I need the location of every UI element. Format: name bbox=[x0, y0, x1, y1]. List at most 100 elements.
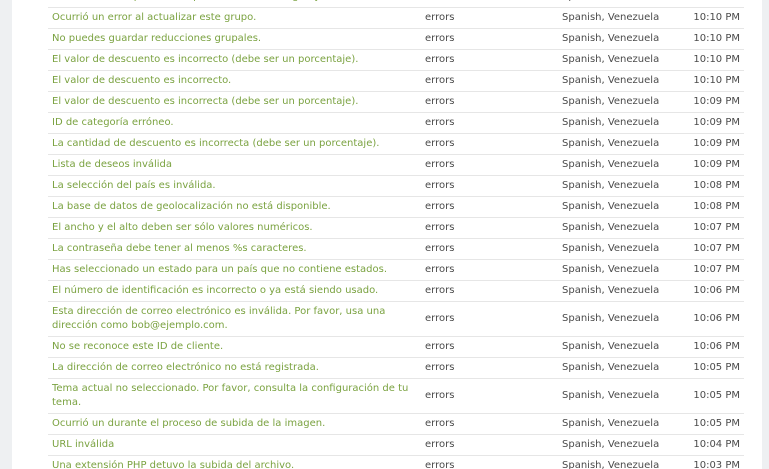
row-text-cell: La dirección de correo electrónico no es… bbox=[48, 357, 421, 379]
row-group-cell: errors bbox=[421, 133, 558, 155]
row-time-cell: 10:05 PM bbox=[678, 413, 744, 435]
row-time-cell: 10:05 PM bbox=[678, 357, 744, 379]
row-locale-cell: Spanish, Venezuela bbox=[558, 112, 678, 134]
row-text-link[interactable]: El valor de descuento es incorrecta (deb… bbox=[52, 95, 417, 109]
row-group-cell: errors bbox=[421, 28, 558, 50]
row-text-link[interactable]: La cantidad de descuento es incorrecta (… bbox=[52, 137, 417, 151]
row-group-cell: errors bbox=[421, 91, 558, 113]
row-locale-cell: Spanish, Venezuela bbox=[558, 49, 678, 71]
row-text-cell: ID de categoría erróneo. bbox=[48, 112, 421, 134]
row-text-link[interactable]: El número de identificación es incorrect… bbox=[52, 284, 417, 298]
row-time-cell: 10:09 PM bbox=[678, 91, 744, 113]
row-text-cell: Valor incorrecto para la comprobación de… bbox=[48, 0, 421, 8]
row-group-cell: errors bbox=[421, 259, 558, 281]
row-text-cell: La base de datos de geolocalización no e… bbox=[48, 196, 421, 218]
table-row[interactable]: Tema actual no seleccionado. Por favor, … bbox=[48, 378, 744, 414]
table-row[interactable]: La base de datos de geolocalización no e… bbox=[48, 196, 744, 218]
table-row[interactable]: La selección del país es inválida. error… bbox=[48, 175, 744, 197]
row-group-cell: errors bbox=[421, 280, 558, 302]
row-group-cell: errors bbox=[421, 378, 558, 414]
row-group-cell: errors bbox=[421, 7, 558, 29]
row-text-link[interactable]: La selección del país es inválida. bbox=[52, 179, 417, 193]
table-row[interactable]: El ancho y el alto deben ser sólo valore… bbox=[48, 217, 744, 239]
row-text-cell: Esta dirección de correo electrónico es … bbox=[48, 301, 421, 337]
row-text-link[interactable]: Tema actual no seleccionado. Por favor, … bbox=[52, 382, 417, 410]
table-row[interactable]: El valor de descuento es incorrecto (deb… bbox=[48, 49, 744, 71]
table-row[interactable]: El valor de descuento es incorrecta (deb… bbox=[48, 91, 744, 113]
row-locale-cell: Spanish, Venezuela bbox=[558, 28, 678, 50]
table-row[interactable]: Ocurrió un durante el proceso de subida … bbox=[48, 413, 744, 435]
row-text-cell: La cantidad de descuento es incorrecta (… bbox=[48, 133, 421, 155]
row-text-cell: La selección del país es inválida. bbox=[48, 175, 421, 197]
table-body: Valor incorrecto para la comprobación de… bbox=[48, 0, 744, 469]
row-locale-cell: Spanish, Venezuela bbox=[558, 238, 678, 260]
row-text-link[interactable]: No se reconoce este ID de cliente. bbox=[52, 340, 417, 354]
table-row[interactable]: Una extensión PHP detuvo la subida del a… bbox=[48, 455, 744, 469]
row-text-link[interactable]: Ocurrió un durante el proceso de subida … bbox=[52, 417, 417, 431]
row-time-cell: 10:08 PM bbox=[678, 175, 744, 197]
row-text-link[interactable]: La contraseña debe tener al menos %s car… bbox=[52, 242, 417, 256]
row-locale-cell: Spanish, Venezuela bbox=[558, 154, 678, 176]
row-locale-cell: Spanish, Venezuela bbox=[558, 175, 678, 197]
row-text-link[interactable]: Esta dirección de correo electrónico es … bbox=[52, 305, 417, 333]
row-locale-cell: Spanish, Venezuela bbox=[558, 7, 678, 29]
row-group-cell: errors bbox=[421, 336, 558, 358]
row-text-cell: El valor de descuento es incorrecto (deb… bbox=[48, 49, 421, 71]
table-row[interactable]: Ocurrió un error al actualizar este grup… bbox=[48, 7, 744, 29]
table-row[interactable]: El número de identificación es incorrect… bbox=[48, 280, 744, 302]
row-locale-cell: Spanish, Venezuela bbox=[558, 413, 678, 435]
table-row[interactable]: No se reconoce este ID de cliente. error… bbox=[48, 336, 744, 358]
table-row[interactable]: No puedes guardar reducciones grupales. … bbox=[48, 28, 744, 50]
row-text-link[interactable]: Una extensión PHP detuvo la subida del a… bbox=[52, 459, 417, 469]
table-row[interactable]: La cantidad de descuento es incorrecta (… bbox=[48, 133, 744, 155]
row-locale-cell: Spanish, Venezuela bbox=[558, 196, 678, 218]
row-text-link[interactable]: Lista de deseos inválida bbox=[52, 158, 417, 172]
row-group-cell: errors bbox=[421, 175, 558, 197]
row-locale-cell: Spanish, Venezuela bbox=[558, 336, 678, 358]
table-row[interactable]: Valor incorrecto para la comprobación de… bbox=[48, 0, 744, 8]
row-text-cell: Ocurrió un error al actualizar este grup… bbox=[48, 7, 421, 29]
row-text-cell: No se reconoce este ID de cliente. bbox=[48, 336, 421, 358]
row-time-cell: 10:07 PM bbox=[678, 217, 744, 239]
row-group-cell: errors bbox=[421, 301, 558, 337]
row-group-cell: errors bbox=[421, 196, 558, 218]
table-row[interactable]: La contraseña debe tener al menos %s car… bbox=[48, 238, 744, 260]
table-row[interactable]: Lista de deseos inválida errors Spanish,… bbox=[48, 154, 744, 176]
table-row[interactable]: El valor de descuento es incorrecto. err… bbox=[48, 70, 744, 92]
row-text-link[interactable]: La dirección de correo electrónico no es… bbox=[52, 361, 417, 375]
row-time-cell: 10:04 PM bbox=[678, 434, 744, 456]
row-time-cell: 10:09 PM bbox=[678, 133, 744, 155]
row-group-cell: errors bbox=[421, 238, 558, 260]
row-text-link[interactable]: La base de datos de geolocalización no e… bbox=[52, 200, 417, 214]
table-row[interactable]: Has seleccionado un estado para un país … bbox=[48, 259, 744, 281]
row-text-link[interactable]: No puedes guardar reducciones grupales. bbox=[52, 32, 417, 46]
row-text-link[interactable]: Has seleccionado un estado para un país … bbox=[52, 263, 417, 277]
row-locale-cell: Spanish, Venezuela bbox=[558, 357, 678, 379]
table-row[interactable]: ID de categoría erróneo. errors Spanish,… bbox=[48, 112, 744, 134]
row-locale-cell: Spanish, Venezuela bbox=[558, 133, 678, 155]
row-time-cell: 10:06 PM bbox=[678, 301, 744, 337]
translations-panel: Valor incorrecto para la comprobación de… bbox=[12, 0, 762, 469]
table-row[interactable]: URL inválida errors Spanish, Venezuela 1… bbox=[48, 434, 744, 456]
row-text-link[interactable]: El valor de descuento es incorrecto (deb… bbox=[52, 53, 417, 67]
row-text-link[interactable]: El valor de descuento es incorrecto. bbox=[52, 74, 417, 88]
row-locale-cell: Spanish, Venezuela bbox=[558, 91, 678, 113]
row-text-link[interactable]: ID de categoría erróneo. bbox=[52, 116, 417, 130]
table-row[interactable]: Esta dirección de correo electrónico es … bbox=[48, 301, 744, 337]
row-time-cell: 10:10 PM bbox=[678, 49, 744, 71]
row-time-cell: 10:07 PM bbox=[678, 259, 744, 281]
row-text-link[interactable]: Valor incorrecto para la comprobación de… bbox=[52, 0, 417, 4]
row-text-cell: Lista de deseos inválida bbox=[48, 154, 421, 176]
translations-table: Valor incorrecto para la comprobación de… bbox=[48, 0, 744, 469]
row-group-cell: errors bbox=[421, 413, 558, 435]
row-time-cell: 10:03 PM bbox=[678, 455, 744, 469]
row-text-link[interactable]: El ancho y el alto deben ser sólo valore… bbox=[52, 221, 417, 235]
row-text-cell: Has seleccionado un estado para un país … bbox=[48, 259, 421, 281]
row-group-cell: errors bbox=[421, 357, 558, 379]
row-text-link[interactable]: Ocurrió un error al actualizar este grup… bbox=[52, 11, 417, 25]
row-locale-cell: Spanish, Venezuela bbox=[558, 378, 678, 414]
row-text-link[interactable]: URL inválida bbox=[52, 438, 417, 452]
table-row[interactable]: La dirección de correo electrónico no es… bbox=[48, 357, 744, 379]
row-group-cell: errors bbox=[421, 217, 558, 239]
row-time-cell: 10:10 PM bbox=[678, 70, 744, 92]
